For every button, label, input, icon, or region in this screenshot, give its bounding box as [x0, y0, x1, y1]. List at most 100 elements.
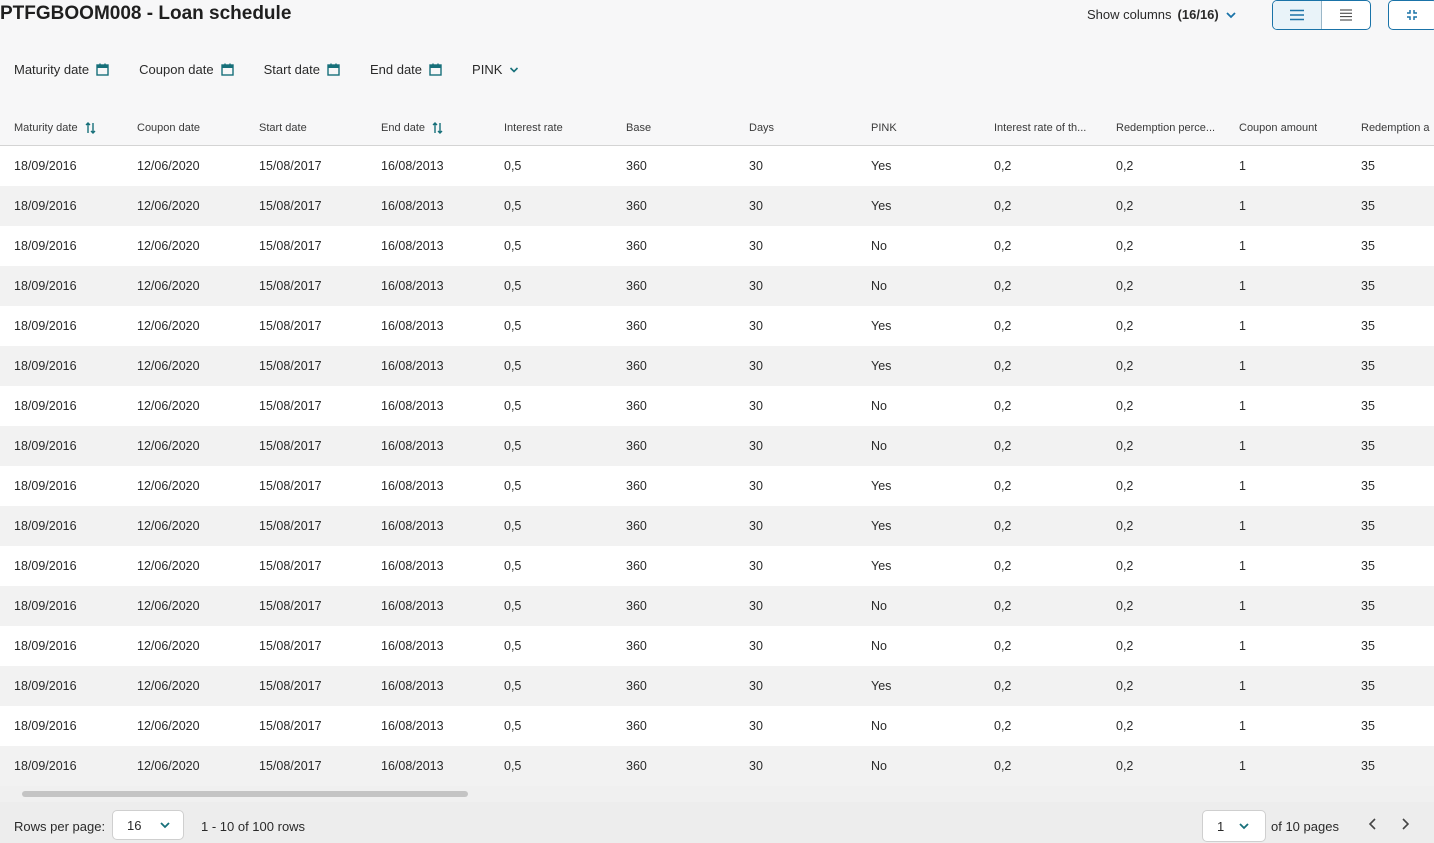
table-cell: 0,2: [994, 679, 1012, 693]
column-header[interactable]: Redemption a: [1361, 110, 1430, 145]
table-cell: 15/08/2017: [259, 719, 322, 733]
table-cell: 16/08/2013: [381, 559, 444, 573]
column-header[interactable]: Coupon date: [137, 110, 200, 145]
table-row[interactable]: 18/09/2016 12/06/2020 15/08/2017 16/08/2013…: [0, 306, 1434, 346]
table-cell: Yes: [871, 199, 892, 213]
table-cell: 16/08/2013: [381, 199, 444, 213]
table-cell: 12/06/2020: [137, 559, 200, 573]
filter-end-date[interactable]: End date: [370, 62, 442, 77]
table-cell: 35: [1361, 199, 1375, 213]
table-cell: 360: [626, 319, 647, 333]
table-cell: No: [871, 639, 887, 653]
filter-coupon-date[interactable]: Coupon date: [139, 62, 234, 77]
table-cell: 0,2: [994, 759, 1012, 773]
table-cell: 0,5: [504, 399, 522, 413]
column-header[interactable]: Coupon amount: [1239, 110, 1317, 145]
table-cell: 1: [1239, 439, 1246, 453]
table-row[interactable]: 18/09/2016 12/06/2020 15/08/2017 16/08/2013…: [0, 586, 1434, 626]
table-row[interactable]: 18/09/2016 12/06/2020 15/08/2017 16/08/2013…: [0, 146, 1434, 186]
table-row[interactable]: 18/09/2016 12/06/2020 15/08/2017 16/08/2013…: [0, 666, 1434, 706]
rows-per-page-select[interactable]: 16: [112, 810, 184, 840]
column-header-label: Interest rate of th...: [994, 121, 1087, 134]
table-cell: 360: [626, 759, 647, 773]
table-cell: 0,5: [504, 199, 522, 213]
comfortable-view-button[interactable]: [1273, 1, 1322, 29]
table-cell: 15/08/2017: [259, 399, 322, 413]
table-cell: 0,2: [994, 399, 1012, 413]
table-row[interactable]: 18/09/2016 12/06/2020 15/08/2017 16/08/2013…: [0, 186, 1434, 226]
chevron-left-icon[interactable]: [1366, 817, 1380, 831]
collapse-button[interactable]: [1388, 0, 1434, 30]
table-body: 18/09/2016 12/06/2020 15/08/2017 16/08/2013…: [0, 146, 1434, 786]
column-header[interactable]: Interest rate: [504, 110, 563, 145]
column-header[interactable]: End date: [381, 110, 443, 145]
compact-view-button[interactable]: [1322, 1, 1370, 29]
table-cell: 30: [749, 759, 763, 773]
table-row[interactable]: 18/09/2016 12/06/2020 15/08/2017 16/08/2013…: [0, 226, 1434, 266]
sort-icon[interactable]: [432, 121, 443, 134]
table-cell: 360: [626, 479, 647, 493]
table-cell: 0,2: [994, 559, 1012, 573]
table-row[interactable]: 18/09/2016 12/06/2020 15/08/2017 16/08/2013…: [0, 426, 1434, 466]
horizontal-scrollbar[interactable]: [0, 786, 1434, 802]
table-cell: 35: [1361, 279, 1375, 293]
table-row[interactable]: 18/09/2016 12/06/2020 15/08/2017 16/08/2013…: [0, 546, 1434, 586]
table-cell: 30: [749, 639, 763, 653]
table-row[interactable]: 18/09/2016 12/06/2020 15/08/2017 16/08/2013…: [0, 466, 1434, 506]
table-cell: 12/06/2020: [137, 279, 200, 293]
table-cell: 0,2: [1116, 239, 1134, 253]
table-cell: 0,2: [1116, 599, 1134, 613]
filter-start-date[interactable]: Start date: [264, 62, 340, 77]
column-header[interactable]: Days: [749, 110, 774, 145]
table-cell: 360: [626, 279, 647, 293]
table-cell: 0,5: [504, 759, 522, 773]
column-header[interactable]: Maturity date: [14, 110, 96, 145]
filter-maturity-date[interactable]: Maturity date: [14, 62, 109, 77]
table-row[interactable]: 18/09/2016 12/06/2020 15/08/2017 16/08/2013…: [0, 626, 1434, 666]
page-select[interactable]: 1: [1202, 810, 1266, 842]
table-cell: 18/09/2016: [14, 559, 77, 573]
table-cell: 0,2: [1116, 439, 1134, 453]
chevron-right-icon[interactable]: [1398, 817, 1412, 831]
table-cell: 0,2: [994, 239, 1012, 253]
column-header[interactable]: Redemption perce...: [1116, 110, 1215, 145]
table-cell: 35: [1361, 639, 1375, 653]
table-cell: 1: [1239, 599, 1246, 613]
column-header-label: Days: [749, 121, 775, 134]
table-cell: 18/09/2016: [14, 599, 77, 613]
column-header[interactable]: Start date: [259, 110, 307, 145]
column-header-label: Redemption perce...: [1116, 121, 1216, 134]
table-cell: 30: [749, 159, 763, 173]
filter-label: Start date: [263, 62, 320, 77]
table-cell: 16/08/2013: [381, 759, 444, 773]
filter-label: PINK: [472, 62, 503, 77]
table-row[interactable]: 18/09/2016 12/06/2020 15/08/2017 16/08/2013…: [0, 386, 1434, 426]
column-header[interactable]: Base: [626, 110, 651, 145]
scrollbar-thumb[interactable]: [22, 791, 468, 797]
table-cell: Yes: [871, 159, 892, 173]
table-row[interactable]: 18/09/2016 12/06/2020 15/08/2017 16/08/2013…: [0, 346, 1434, 386]
table-row[interactable]: 18/09/2016 12/06/2020 15/08/2017 16/08/2013…: [0, 506, 1434, 546]
table-cell: 360: [626, 399, 647, 413]
filter-label: End date: [369, 62, 423, 77]
table-cell: 16/08/2013: [381, 439, 444, 453]
column-header-label: Coupon date: [137, 121, 200, 134]
table-cell: 30: [749, 719, 763, 733]
sort-icon[interactable]: [85, 121, 96, 134]
table-row[interactable]: 18/09/2016 12/06/2020 15/08/2017 16/08/2013…: [0, 746, 1434, 786]
table-row[interactable]: 18/09/2016 12/06/2020 15/08/2017 16/08/2013…: [0, 706, 1434, 746]
table-cell: 360: [626, 439, 647, 453]
table-cell: 0,5: [504, 159, 522, 173]
table-cell: 360: [626, 199, 647, 213]
column-header[interactable]: PINK: [871, 110, 897, 145]
filter-pink[interactable]: PINK: [472, 62, 519, 77]
table-cell: 0,2: [994, 319, 1012, 333]
show-columns-dropdown[interactable]: Show columns (16/16): [1087, 7, 1237, 22]
column-header-label: Maturity date: [14, 121, 78, 134]
column-header[interactable]: Interest rate of th...: [994, 110, 1086, 145]
table-cell: 0,2: [1116, 479, 1134, 493]
column-header-label: Coupon amount: [1239, 121, 1318, 134]
table-cell: 0,5: [504, 599, 522, 613]
density-toggle: [1272, 0, 1371, 30]
table-row[interactable]: 18/09/2016 12/06/2020 15/08/2017 16/08/2013…: [0, 266, 1434, 306]
